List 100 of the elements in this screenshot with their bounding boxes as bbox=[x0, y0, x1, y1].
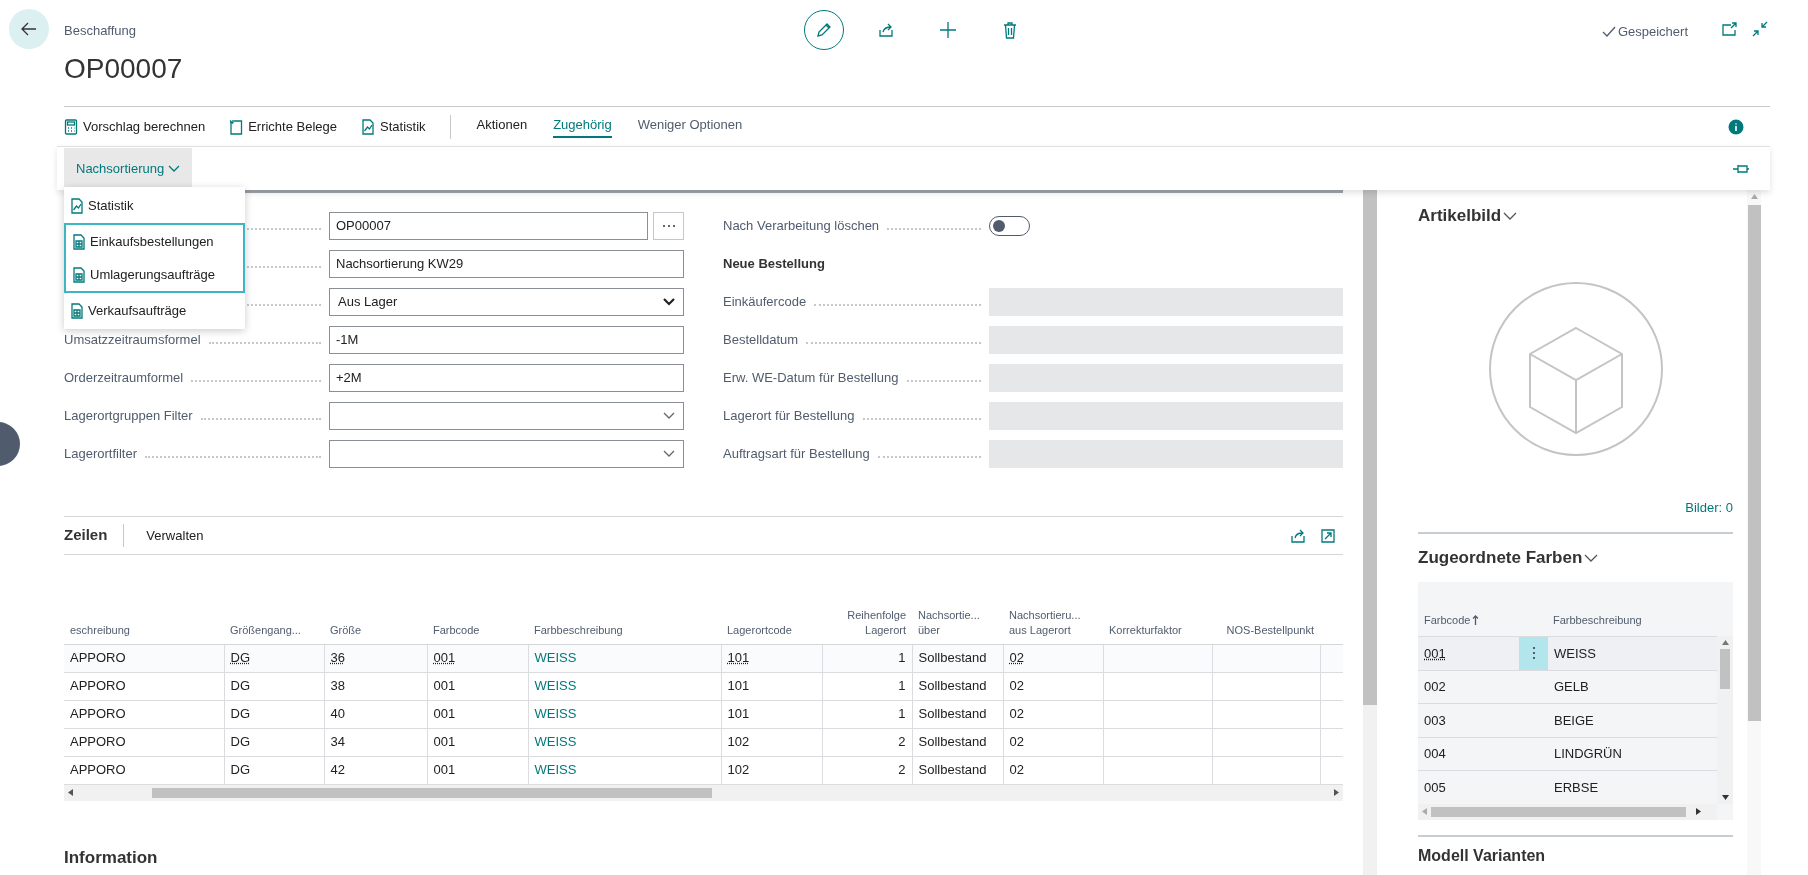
table-cell: 02 bbox=[1009, 762, 1024, 778]
input-field[interactable]: Nachsortierung KW29 bbox=[329, 250, 684, 278]
select-field[interactable]: Aus Lager bbox=[329, 288, 684, 316]
column-header[interactable]: Größe bbox=[330, 622, 362, 638]
vertical-scrollbar[interactable] bbox=[1747, 190, 1761, 875]
table-cell: APPORO bbox=[70, 734, 126, 750]
table-cell: WEISS bbox=[534, 734, 577, 750]
color-row[interactable]: 005 ERBSE bbox=[1418, 770, 1717, 804]
column-header[interactable]: Farbbeschreibung bbox=[1553, 611, 1642, 628]
picture-count-link[interactable]: Bilder: 0 bbox=[1685, 498, 1733, 518]
column-header[interactable]: Farbbeschreibung bbox=[534, 622, 623, 638]
table-cell: 42 bbox=[330, 762, 345, 778]
field-label: Auftragsart für Bestellung bbox=[723, 445, 870, 464]
scrollbar-thumb[interactable] bbox=[1363, 190, 1377, 705]
color-row[interactable]: 003 BEIGE bbox=[1418, 703, 1717, 737]
table-row[interactable]: APPORO DG 40 001 WEISS 101 1 Sollbestand 02 bbox=[64, 700, 1343, 728]
manage-tab[interactable]: Verwalten bbox=[146, 525, 204, 546]
column-header[interactable]: Farbcode bbox=[1424, 611, 1471, 628]
table-cell-text: WEISS bbox=[1554, 644, 1596, 663]
menu-tab[interactable]: Zugehörig bbox=[553, 115, 612, 138]
table-cell: Sollbestand bbox=[918, 650, 987, 666]
scrollbar-thumb[interactable] bbox=[1747, 205, 1761, 721]
breadcrumb[interactable]: Beschaffung bbox=[64, 22, 804, 40]
more-icon bbox=[661, 224, 676, 228]
panel-title[interactable]: Zugeordnete Farben bbox=[1418, 545, 1599, 571]
list-document-icon bbox=[72, 266, 86, 283]
back-button[interactable] bbox=[9, 9, 49, 49]
expand-icon bbox=[1321, 528, 1335, 543]
pin-icon bbox=[1732, 162, 1750, 175]
chevron-down-icon bbox=[168, 164, 181, 173]
menu-tab[interactable]: Aktionen bbox=[476, 115, 528, 138]
color-row[interactable]: 001 WEISS bbox=[1418, 636, 1717, 670]
field-label: Bestelldatum bbox=[723, 331, 799, 350]
column-header[interactable]: Nachsortie... über bbox=[918, 607, 997, 638]
action-button[interactable]: Statistik bbox=[361, 116, 426, 137]
table-cell: APPORO bbox=[70, 678, 126, 694]
menu-item[interactable]: Statistik bbox=[64, 188, 245, 223]
menu-item[interactable]: Einkaufsbestellungen bbox=[64, 223, 245, 258]
table-cell-text: BEIGE bbox=[1554, 711, 1594, 730]
column-header[interactable]: eschreibung bbox=[70, 622, 130, 638]
table-row[interactable]: APPORO DG 42 001 WEISS 102 2 Sollbestand 02 bbox=[64, 756, 1343, 784]
action-button[interactable]: Vorschlag berechnen bbox=[64, 116, 206, 137]
menu-tab[interactable]: Weniger Optionen bbox=[637, 115, 743, 138]
panel-title[interactable]: Artikelbild bbox=[1418, 203, 1518, 229]
menu-item[interactable]: Verkaufsaufträge bbox=[64, 293, 245, 328]
up-arrow-icon bbox=[1750, 194, 1758, 199]
item-placeholder-icon bbox=[1487, 281, 1664, 457]
collapse-button[interactable] bbox=[1752, 21, 1768, 37]
table-cell-text: 003 bbox=[1424, 711, 1446, 730]
share-button[interactable] bbox=[1291, 528, 1305, 543]
chart-icon bbox=[70, 197, 84, 214]
field-label: Lagerortgruppen Filter bbox=[64, 407, 193, 426]
list-document-icon bbox=[70, 302, 84, 319]
scrollbar-thumb[interactable] bbox=[1431, 806, 1686, 817]
table-cell: 001 bbox=[433, 762, 456, 778]
menu-item[interactable]: Umlagerungsaufträge bbox=[64, 258, 245, 293]
table-cell: DG bbox=[230, 734, 250, 750]
category-button[interactable]: Nachsortierung bbox=[64, 147, 193, 190]
column-header[interactable]: Korrekturfaktor bbox=[1109, 622, 1182, 638]
table-row[interactable]: APPORO DG 38 001 WEISS 101 1 Sollbestand 02 bbox=[64, 672, 1343, 700]
column-header[interactable]: Reihenfolge Lagerort bbox=[828, 607, 906, 638]
left-arrow-icon bbox=[68, 789, 73, 796]
column-header[interactable]: Farbcode bbox=[433, 622, 480, 638]
field-label: Erw. WE-Datum für Bestellung bbox=[723, 369, 899, 388]
action-button[interactable]: Errichte Belege bbox=[229, 116, 338, 137]
vertical-scrollbar[interactable] bbox=[1363, 190, 1377, 875]
list-document-icon bbox=[72, 233, 86, 250]
table-cell: 001 bbox=[433, 706, 456, 722]
document-icon bbox=[229, 118, 244, 135]
column-header[interactable]: Lagerortcode bbox=[727, 622, 792, 638]
scrollbar-thumb[interactable] bbox=[152, 787, 712, 798]
column-header[interactable]: Nachsortieru... aus Lagerort bbox=[1009, 607, 1097, 638]
lookup-button[interactable] bbox=[653, 212, 684, 240]
table-cell: WEISS bbox=[534, 762, 577, 778]
table-row[interactable]: APPORO DG 34 001 WEISS 102 2 Sollbestand 02 bbox=[64, 728, 1343, 756]
toggle-switch[interactable] bbox=[989, 216, 1030, 236]
expand-button[interactable] bbox=[1321, 528, 1335, 543]
open-new-window-button[interactable] bbox=[1722, 22, 1738, 36]
plus-icon bbox=[939, 21, 957, 39]
table-row[interactable]: APPORO DG 36 001 WEISS 101 1 Sollbestand 02 bbox=[64, 644, 1343, 672]
column-header[interactable]: Größengang... bbox=[230, 622, 301, 638]
column-header[interactable]: NOS-Bestellpunkt bbox=[1226, 622, 1314, 638]
table-cell: 1 bbox=[898, 706, 906, 722]
vertical-scrollbar[interactable] bbox=[1717, 636, 1733, 804]
dropdown-field[interactable] bbox=[329, 402, 684, 430]
table-cell: 02 bbox=[1009, 734, 1024, 750]
scrollbar-thumb[interactable] bbox=[1720, 649, 1730, 689]
dropdown-field[interactable] bbox=[329, 440, 684, 468]
input-field[interactable]: -1M bbox=[329, 326, 684, 354]
table-cell: 02 bbox=[1009, 650, 1024, 666]
input-field[interactable]: +2M bbox=[329, 364, 684, 392]
panel-title[interactable]: Modell Varianten bbox=[1418, 846, 1546, 864]
table-cell: 40 bbox=[330, 706, 345, 722]
input-field[interactable]: OP00007 bbox=[329, 212, 648, 240]
table-cell: DG bbox=[230, 678, 250, 694]
left-arrow-icon bbox=[1422, 808, 1427, 815]
horizontal-scrollbar[interactable] bbox=[1418, 803, 1717, 820]
collapse-icon bbox=[1752, 21, 1768, 37]
table-cell: 102 bbox=[727, 734, 750, 750]
table-cell-text: 004 bbox=[1424, 745, 1446, 763]
